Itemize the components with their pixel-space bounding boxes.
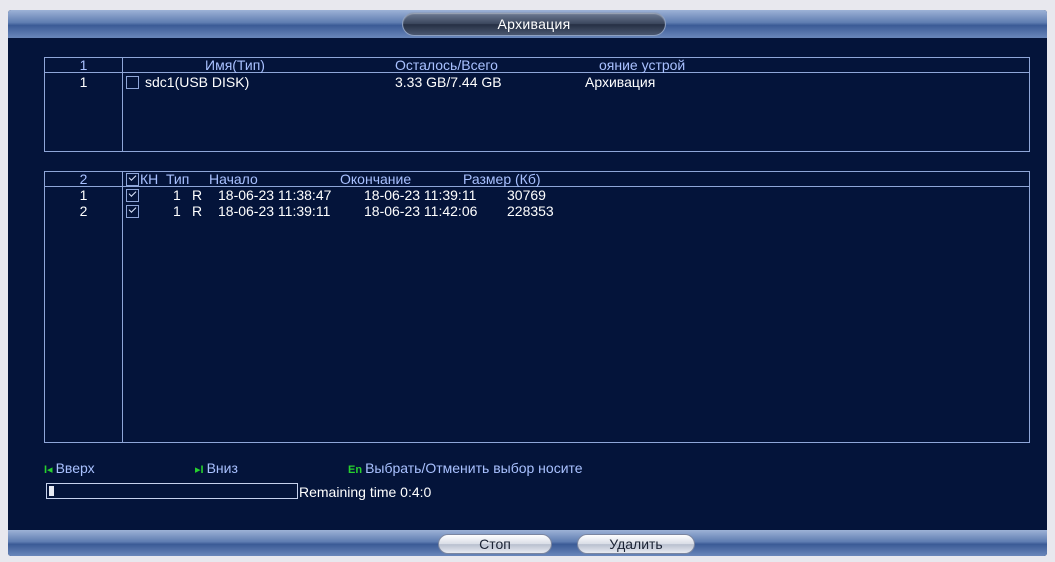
device-row-remaining: 3.33 GB/7.44 GB bbox=[395, 74, 502, 90]
file-row-end: 18-06-23 11:42:06 bbox=[364, 203, 478, 219]
page-down-icon: ▸I bbox=[195, 464, 204, 476]
remaining-time: Remaining time 0:4:0 bbox=[299, 484, 432, 500]
backup-dialog: Архивация 1 Имя(Тип) Осталось/Всего ояни… bbox=[8, 10, 1047, 556]
select-label: Выбрать/Отменить выбор носите bbox=[365, 460, 583, 476]
header-divider bbox=[45, 72, 1029, 73]
file-row-type: R bbox=[192, 203, 203, 219]
file-row-channel: 1 bbox=[173, 187, 181, 203]
device-row-state: Архивация bbox=[585, 74, 656, 90]
stop-button[interactable]: Стоп bbox=[438, 534, 552, 554]
footer-bar: Стоп Удалить bbox=[8, 530, 1047, 556]
page-up-hint[interactable]: I◂ Вверх bbox=[44, 460, 95, 476]
file-header-channel[interactable]: КН bbox=[140, 172, 158, 186]
file-table: 2 КН Тип Начало Окончание Размер (Кб) 1 … bbox=[44, 171, 1030, 443]
device-header-index: 1 bbox=[79, 57, 88, 73]
page-up-icon: I◂ bbox=[44, 464, 53, 476]
page-down-hint[interactable]: ▸I Вниз bbox=[195, 460, 238, 476]
file-row-checkbox[interactable] bbox=[126, 205, 139, 218]
file-row-type: R bbox=[192, 187, 203, 203]
file-row-start: 18-06-23 11:39:11 bbox=[218, 203, 331, 219]
file-header-type[interactable]: Тип bbox=[166, 172, 189, 186]
file-header-end[interactable]: Окончание bbox=[340, 172, 411, 186]
enter-key-icon: En bbox=[348, 464, 363, 476]
backup-progress-bar bbox=[46, 483, 298, 499]
device-table: 1 Имя(Тип) Осталось/Всего ояние устрой 1… bbox=[44, 57, 1030, 152]
file-header-start[interactable]: Начало bbox=[209, 172, 258, 186]
backup-progress-fill bbox=[49, 486, 54, 496]
device-row-checkbox[interactable] bbox=[126, 76, 139, 89]
device-header-remaining[interactable]: Осталось/Всего bbox=[395, 58, 498, 72]
file-row-checkbox[interactable] bbox=[126, 189, 139, 202]
device-header-name[interactable]: Имя(Тип) bbox=[205, 58, 265, 72]
select-all-checkbox[interactable] bbox=[126, 173, 139, 186]
title-bar: Архивация bbox=[8, 10, 1047, 38]
file-row-index: 2 bbox=[79, 203, 88, 219]
delete-button[interactable]: Удалить bbox=[577, 534, 695, 554]
file-row-end: 18-06-23 11:39:11 bbox=[364, 187, 477, 203]
column-divider bbox=[122, 172, 123, 442]
file-row-channel: 1 bbox=[173, 203, 181, 219]
device-row-index: 1 bbox=[79, 74, 88, 90]
page-down-label: Вниз bbox=[206, 460, 238, 476]
file-row-index: 1 bbox=[79, 187, 88, 203]
file-header-index: 2 bbox=[79, 171, 88, 187]
dialog-title: Архивация bbox=[402, 12, 666, 36]
file-row-size: 228353 bbox=[507, 203, 554, 219]
select-hint[interactable]: En Выбрать/Отменить выбор носите bbox=[348, 460, 583, 476]
page-up-label: Вверх bbox=[55, 460, 95, 476]
file-row-start: 18-06-23 11:38:47 bbox=[218, 187, 332, 203]
file-row-size: 30769 bbox=[507, 187, 546, 203]
device-header-state[interactable]: ояние устрой bbox=[599, 58, 685, 72]
device-row-name: sdc1(USB DISK) bbox=[145, 74, 250, 90]
file-header-size[interactable]: Размер (Кб) bbox=[463, 172, 541, 186]
